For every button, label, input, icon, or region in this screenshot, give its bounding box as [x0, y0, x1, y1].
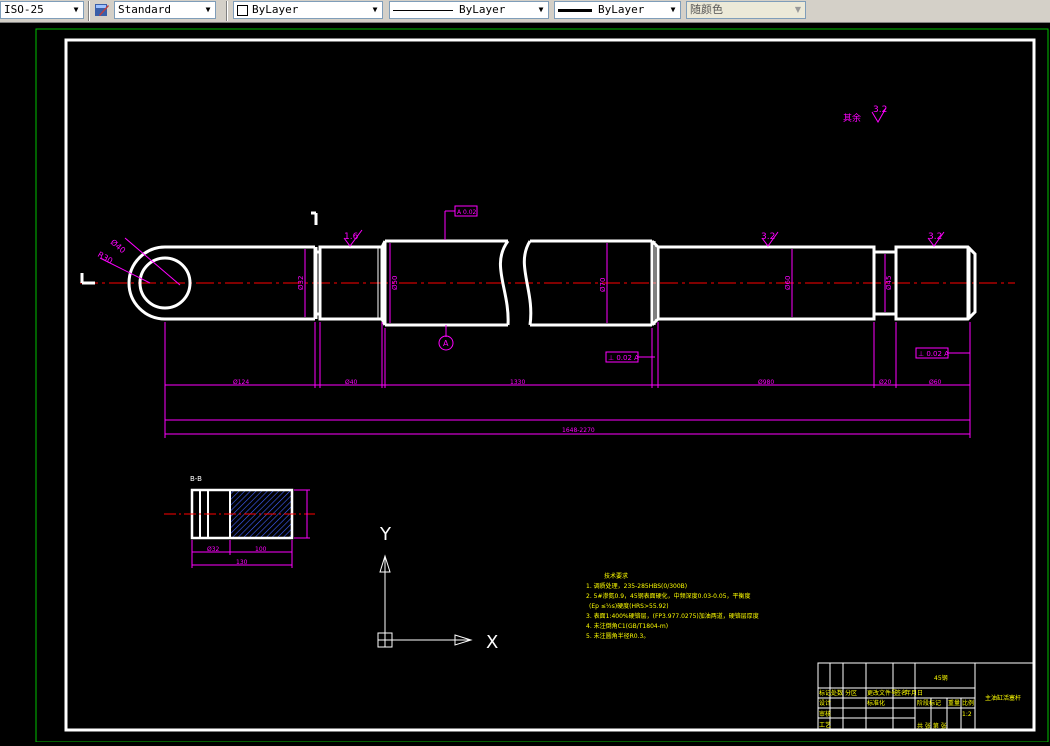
tb-row-2: 审核 — [819, 710, 831, 718]
textstyle-dropdown[interactable]: Standard ▼ — [114, 1, 216, 19]
tb-row-3: 工艺 — [819, 721, 831, 729]
section-mark-a: A — [443, 339, 449, 348]
chevron-down-icon: ▼ — [791, 2, 805, 18]
tb-sheet: 共 张 第 张 — [917, 722, 947, 730]
length-dimensions — [164, 322, 971, 438]
note-5: 4. 未注倒角C1(GB/T1804-m) — [586, 622, 668, 630]
perp-tol-2: ⊥ 0.02 A — [918, 350, 949, 358]
plotstyle-dropdown[interactable]: 随颜色 ▼ — [686, 1, 806, 19]
note-2: 2. 5#渗氮0.9，45钢表面硬化，中频深度0.03-0.05，平衡度 — [586, 592, 751, 600]
dim-l3: 1330 — [510, 379, 525, 386]
roughness-2: 3.2 — [761, 232, 775, 242]
tb-header-6: 年月日 — [905, 689, 923, 697]
dim-left-shaft: Ø32 — [297, 276, 305, 290]
ucs-y-label: Y — [379, 524, 392, 545]
dim-right: Ø45 — [885, 276, 893, 290]
perp-tol-boxes — [605, 347, 970, 363]
toolbar-separator — [88, 1, 90, 21]
tb-row-1: 设计 — [819, 699, 831, 707]
chevron-down-icon: ▼ — [534, 2, 548, 18]
chevron-down-icon: ▼ — [201, 2, 215, 18]
dimstyle-value: ISO-25 — [4, 3, 44, 16]
lineweight-value: ByLayer — [598, 3, 645, 16]
roughness-1: 1.6 — [344, 232, 359, 242]
dim-l4: Ø980 — [758, 379, 774, 386]
ucs-x-label: X — [486, 632, 498, 653]
linetype-value: ByLayer — [459, 3, 506, 16]
textstyle-value: Standard — [118, 3, 171, 16]
note-1: 1. 调质处理，235-285HBS(0/300B) — [586, 582, 687, 590]
plotstyle-value: 随颜色 — [690, 3, 723, 16]
dim-lug-diameter: Ø40 — [109, 237, 128, 255]
dim-main: Ø70 — [599, 278, 607, 292]
dim-l1: Ø124 — [233, 379, 249, 386]
title-block-text: 45钢 主油缸活塞杆 标记 处数 分区 更改文件号 签名 年月日 设计 标准化 … — [819, 674, 1021, 730]
dim-l2: Ø40 — [345, 379, 358, 386]
dim-mid: Ø60 — [784, 276, 792, 290]
dimstyle-dropdown[interactable]: ISO-25 ▼ — [0, 1, 84, 19]
tb-stage: 阶段标记 — [917, 699, 941, 707]
dim-l6: Ø60 — [929, 379, 942, 386]
notes-title: 技术要求 — [604, 572, 628, 580]
color-dropdown[interactable]: ByLayer ▼ — [233, 1, 383, 19]
detail-dim-total: 130 — [236, 559, 248, 566]
chevron-down-icon: ▼ — [69, 2, 83, 18]
toolbar-separator — [226, 1, 228, 21]
datum-a — [438, 205, 478, 351]
section-mark-top — [311, 211, 318, 225]
roughness-corner-label: 其余 — [843, 112, 861, 124]
color-swatch-icon — [237, 4, 248, 16]
tb-weight: 重量 — [948, 699, 960, 707]
technical-notes: 技术要求 1. 调质处理，235-285HBS(0/300B) 2. 5#渗氮0… — [586, 572, 759, 640]
drawing-canvas[interactable]: 其余 3.2 Ø40 R30 Ø32 Ø50 Ø70 Ø60 Ø45 1.6 3… — [0, 23, 1050, 743]
tb-material: 45钢 — [934, 674, 948, 682]
text-style-icon[interactable] — [94, 2, 110, 18]
roughness-3: 3.2 — [928, 232, 942, 242]
dim-overall: 1648-2270 — [562, 427, 595, 434]
detail-view — [164, 488, 315, 568]
datum-box: A 0.02 — [457, 209, 477, 216]
tb-scale: 比例 — [962, 699, 974, 707]
tb-header-3: 分区 — [845, 689, 857, 697]
dim-l5: Ø20 — [879, 379, 892, 386]
lineweight-dropdown[interactable]: ByLayer ▼ — [554, 1, 681, 19]
properties-toolbar: ISO-25 ▼ Standard ▼ ByLayer ▼ ByLayer ▼ … — [0, 0, 1050, 23]
lineweight-preview — [558, 8, 592, 12]
note-3: (Ep ≤½s)硬度(HRS>55.92) — [589, 602, 669, 610]
perp-tol-1: ⊥ 0.02 A — [608, 354, 639, 362]
tb-header-1: 标记 — [819, 689, 831, 697]
linetype-dropdown[interactable]: ByLayer ▼ — [389, 1, 549, 19]
section-mark-left — [80, 273, 95, 285]
tb-scale-value: 1:2 — [962, 711, 972, 718]
roughness-corner-note: 其余 3.2 — [843, 105, 887, 124]
color-value: ByLayer — [252, 3, 299, 16]
ucs-icon[interactable] — [377, 554, 473, 648]
tb-standard: 标准化 — [867, 699, 885, 707]
note-4: 3. 表面1:400%硬铬层，(FP3.977.0275)加油两道，硬铬层厚度 — [586, 612, 759, 620]
detail-dim-b: 100 — [255, 546, 267, 553]
note-6: 5. 未注圆角半径R0.3。 — [586, 632, 649, 640]
roughness-symbols — [343, 229, 945, 247]
detail-dim-a: Ø32 — [207, 546, 220, 553]
detail-label: B-B — [190, 475, 202, 483]
roughness-corner-value: 3.2 — [873, 105, 887, 115]
chevron-down-icon: ▼ — [368, 2, 382, 18]
tb-header-2: 处数 — [831, 689, 843, 697]
tb-header-4: 更改文件号 — [867, 689, 897, 697]
tb-drawing-name: 主油缸活塞杆 — [985, 694, 1021, 702]
linetype-preview — [393, 9, 453, 11]
dim-groove: Ø50 — [391, 276, 399, 290]
chevron-down-icon: ▼ — [666, 2, 680, 18]
